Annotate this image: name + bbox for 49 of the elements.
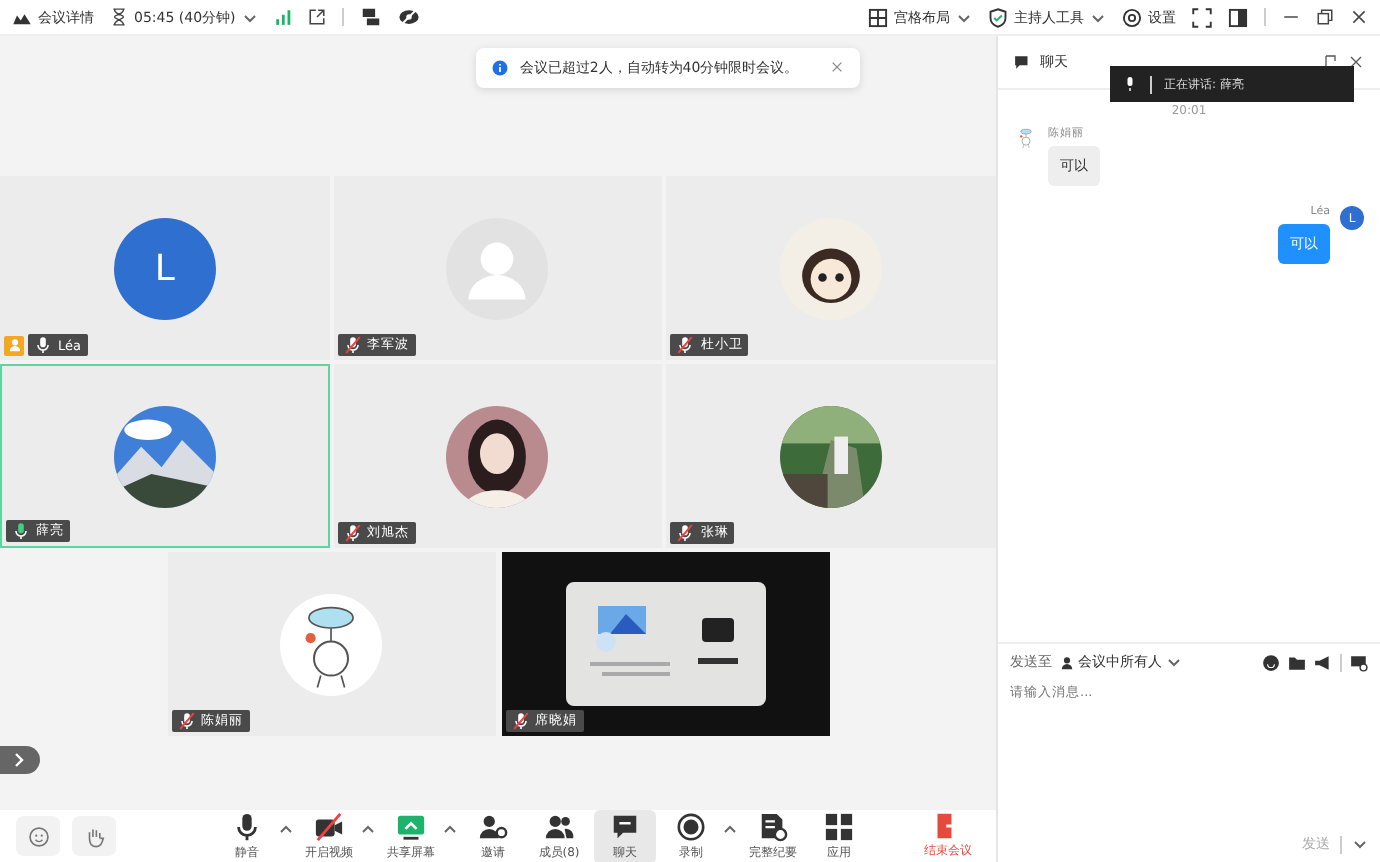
menu-caret-icon — [278, 821, 294, 837]
signal-icon — [273, 8, 292, 26]
raise-hand-button[interactable] — [72, 816, 116, 856]
smiley-icon — [27, 825, 49, 847]
record-icon — [676, 811, 706, 841]
caret-icon — [241, 9, 258, 25]
info-icon — [491, 60, 508, 76]
avatar: L — [113, 217, 216, 319]
hourglass-icon — [110, 8, 128, 26]
mic-muted-icon — [511, 712, 529, 730]
settings-icon — [1122, 7, 1142, 27]
microphone-icon — [232, 811, 262, 841]
camera-off-icon — [314, 811, 344, 841]
overlay-icon — [359, 6, 382, 28]
menu-caret-icon — [722, 821, 738, 837]
shield-check-icon — [988, 7, 1008, 27]
chat-icon — [1014, 53, 1032, 71]
chat-bubble-icon — [610, 811, 640, 841]
person-icon — [1060, 655, 1074, 669]
hand-icon — [83, 825, 105, 847]
grid-layout-icon — [868, 7, 888, 27]
caret-icon — [1166, 654, 1182, 670]
members-icon — [544, 811, 574, 841]
emoji-icon — [1262, 653, 1280, 671]
mic-muted-icon — [676, 524, 695, 542]
expand-button[interactable] — [0, 746, 40, 774]
mic-muted-icon — [343, 336, 362, 354]
restore-icon — [1316, 8, 1334, 26]
reaction-button[interactable] — [16, 816, 60, 856]
mic-muted-icon — [343, 524, 362, 542]
close-icon — [830, 59, 845, 73]
mic-muted-icon — [177, 712, 195, 730]
sidebar-toggle-icon — [1228, 7, 1248, 27]
fullscreen-icon — [1192, 7, 1212, 27]
apps-grid-icon — [824, 811, 854, 841]
invite-person-icon — [478, 811, 508, 841]
popout-icon — [307, 8, 326, 26]
close-icon — [1348, 54, 1364, 70]
menu-caret-icon — [360, 821, 376, 837]
mic-muted-icon — [676, 336, 695, 354]
close-icon — [1350, 8, 1368, 26]
menu-caret-icon — [442, 821, 458, 837]
caret-icon — [956, 9, 972, 25]
folder-icon — [1288, 653, 1306, 671]
chevron-right-icon — [14, 752, 26, 768]
dropdown-icon — [1352, 836, 1368, 852]
message-settings-icon — [1350, 653, 1368, 671]
megaphone-icon — [1314, 653, 1332, 671]
caret-icon — [1090, 9, 1106, 25]
